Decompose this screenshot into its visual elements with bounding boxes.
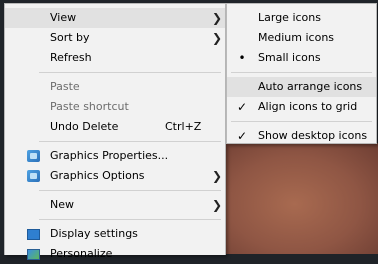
desktop-context-menu: View ❯ Sort by ❯ Refresh Paste Paste sho… — [4, 3, 226, 260]
keyboard-shortcut: Ctrl+Z — [165, 120, 202, 133]
menu-item-label: Small icons — [258, 51, 321, 64]
graphics-icon — [27, 150, 40, 162]
chevron-right-icon: ❯ — [212, 169, 223, 183]
submenu-item-medium-icons[interactable]: Medium icons — [227, 28, 376, 48]
checkmark-icon: ✓ — [236, 129, 248, 143]
menu-item-label: Align icons to grid — [258, 100, 358, 113]
submenu-item-show-desktop-icons[interactable]: ✓ Show desktop icons — [227, 126, 376, 146]
menu-item-label: Personalize — [50, 247, 113, 260]
menu-item-graphics-properties[interactable]: Graphics Properties... — [5, 146, 225, 166]
menu-item-label: Paste — [50, 80, 80, 93]
menu-item-paste-shortcut: Paste shortcut — [5, 97, 225, 117]
menu-item-label: Show desktop icons — [258, 129, 368, 142]
graphics-icon — [27, 170, 40, 182]
menu-item-label: Sort by — [50, 31, 90, 44]
personalize-icon — [27, 249, 40, 260]
menu-item-label: View — [50, 11, 77, 24]
menu-item-label: Undo Delete — [50, 120, 119, 133]
checkmark-icon: ✓ — [236, 100, 248, 114]
selected-dot-icon: • — [238, 51, 246, 65]
view-submenu: Large icons Medium icons • Small icons A… — [226, 3, 377, 144]
menu-item-label: Display settings — [50, 227, 138, 240]
menu-item-personalize[interactable]: Personalize — [5, 244, 225, 264]
menu-separator — [39, 219, 221, 220]
display-settings-icon — [27, 229, 40, 240]
submenu-item-align-icons-to-grid[interactable]: ✓ Align icons to grid — [227, 97, 376, 117]
menu-item-undo-delete[interactable]: Undo Delete Ctrl+Z — [5, 117, 225, 137]
chevron-right-icon: ❯ — [212, 11, 223, 25]
menu-item-view[interactable]: View ❯ — [5, 8, 225, 28]
menu-item-label: Refresh — [50, 51, 92, 64]
menu-item-label: Paste shortcut — [50, 100, 129, 113]
menu-item-display-settings[interactable]: Display settings — [5, 224, 225, 244]
menu-item-label: New — [50, 198, 74, 211]
submenu-item-auto-arrange-icons[interactable]: Auto arrange icons — [227, 77, 376, 97]
submenu-item-small-icons[interactable]: • Small icons — [227, 48, 376, 68]
menu-separator — [39, 72, 221, 73]
desktop-wallpaper-photo — [226, 143, 378, 254]
menu-item-refresh[interactable]: Refresh — [5, 48, 225, 68]
menu-item-sort-by[interactable]: Sort by ❯ — [5, 28, 225, 48]
menu-separator — [231, 72, 372, 73]
menu-item-label: Auto arrange icons — [258, 80, 363, 93]
menu-item-label: Graphics Options — [50, 169, 145, 182]
menu-item-new[interactable]: New ❯ — [5, 195, 225, 215]
menu-item-label: Large icons — [258, 11, 321, 24]
chevron-right-icon: ❯ — [212, 198, 223, 212]
menu-item-label: Medium icons — [258, 31, 335, 44]
menu-separator — [231, 121, 372, 122]
chevron-right-icon: ❯ — [212, 31, 223, 45]
menu-separator — [39, 141, 221, 142]
menu-item-graphics-options[interactable]: Graphics Options ❯ — [5, 166, 225, 186]
menu-separator — [39, 190, 221, 191]
menu-item-paste: Paste — [5, 77, 225, 97]
menu-item-label: Graphics Properties... — [50, 149, 169, 162]
submenu-item-large-icons[interactable]: Large icons — [227, 8, 376, 28]
